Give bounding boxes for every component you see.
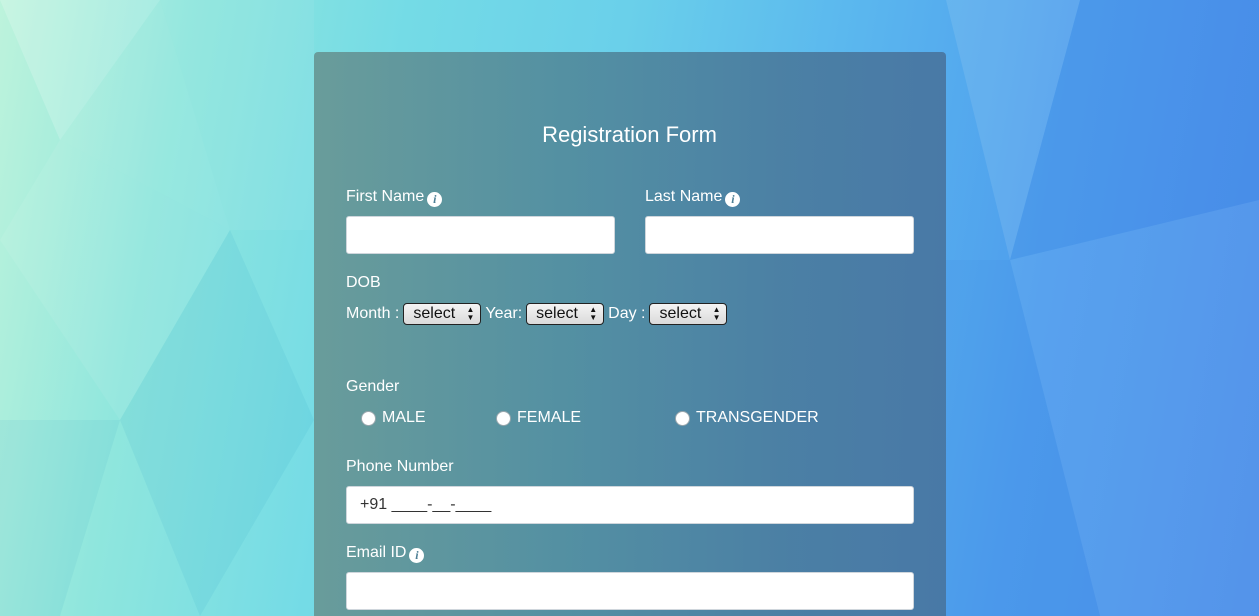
dob-label: DOB bbox=[346, 274, 381, 291]
last-name-input[interactable] bbox=[645, 216, 914, 254]
day-label: Day : bbox=[608, 305, 646, 322]
gender-label: Gender bbox=[346, 378, 400, 395]
year-label: Year: bbox=[485, 305, 523, 322]
email-label-text: Email ID bbox=[346, 544, 407, 561]
radio-button[interactable] bbox=[361, 410, 376, 426]
month-select[interactable]: select ▲ ▼ bbox=[403, 303, 482, 325]
year-select-value: select bbox=[536, 305, 578, 322]
day-select[interactable]: select ▲ ▼ bbox=[649, 303, 728, 325]
year-select[interactable]: select ▲ ▼ bbox=[526, 303, 605, 325]
day-select-value: select bbox=[659, 305, 702, 322]
info-icon[interactable]: i bbox=[409, 548, 425, 563]
select-arrows-icon: ▲ ▼ bbox=[466, 305, 475, 322]
radio-button[interactable] bbox=[675, 410, 690, 426]
gender-option-label: FEMALE bbox=[517, 409, 582, 426]
gender-option-female[interactable]: FEMALE bbox=[496, 408, 581, 428]
first-name-label-text: First Name bbox=[346, 188, 425, 205]
gender-option-transgender[interactable]: TRANSGENDER bbox=[675, 408, 819, 428]
select-arrows-icon: ▲ ▼ bbox=[589, 305, 598, 322]
gender-option-label: TRANSGENDER bbox=[696, 409, 819, 426]
info-icon[interactable]: i bbox=[427, 192, 443, 207]
email-input[interactable] bbox=[346, 572, 914, 610]
last-name-label-text: Last Name bbox=[645, 188, 723, 205]
email-label: Email ID i bbox=[346, 543, 425, 563]
month-select-value: select bbox=[413, 305, 456, 322]
last-name-label: Last Name i bbox=[645, 187, 741, 207]
phone-label: Phone Number bbox=[346, 458, 454, 475]
gender-option-label: MALE bbox=[382, 409, 426, 426]
info-icon[interactable]: i bbox=[725, 192, 741, 207]
month-label: Month : bbox=[346, 305, 400, 322]
gender-option-male[interactable]: MALE bbox=[361, 408, 426, 428]
select-arrows-icon: ▲ ▼ bbox=[712, 305, 721, 322]
radio-button[interactable] bbox=[496, 410, 511, 426]
form-title: Registration Form bbox=[542, 122, 717, 147]
first-name-input[interactable] bbox=[346, 216, 615, 254]
phone-input[interactable] bbox=[346, 486, 914, 524]
first-name-label: First Name i bbox=[346, 187, 443, 207]
dob-row: Month : select ▲ ▼ Year: select ▲ ▼ Day : … bbox=[346, 303, 731, 325]
